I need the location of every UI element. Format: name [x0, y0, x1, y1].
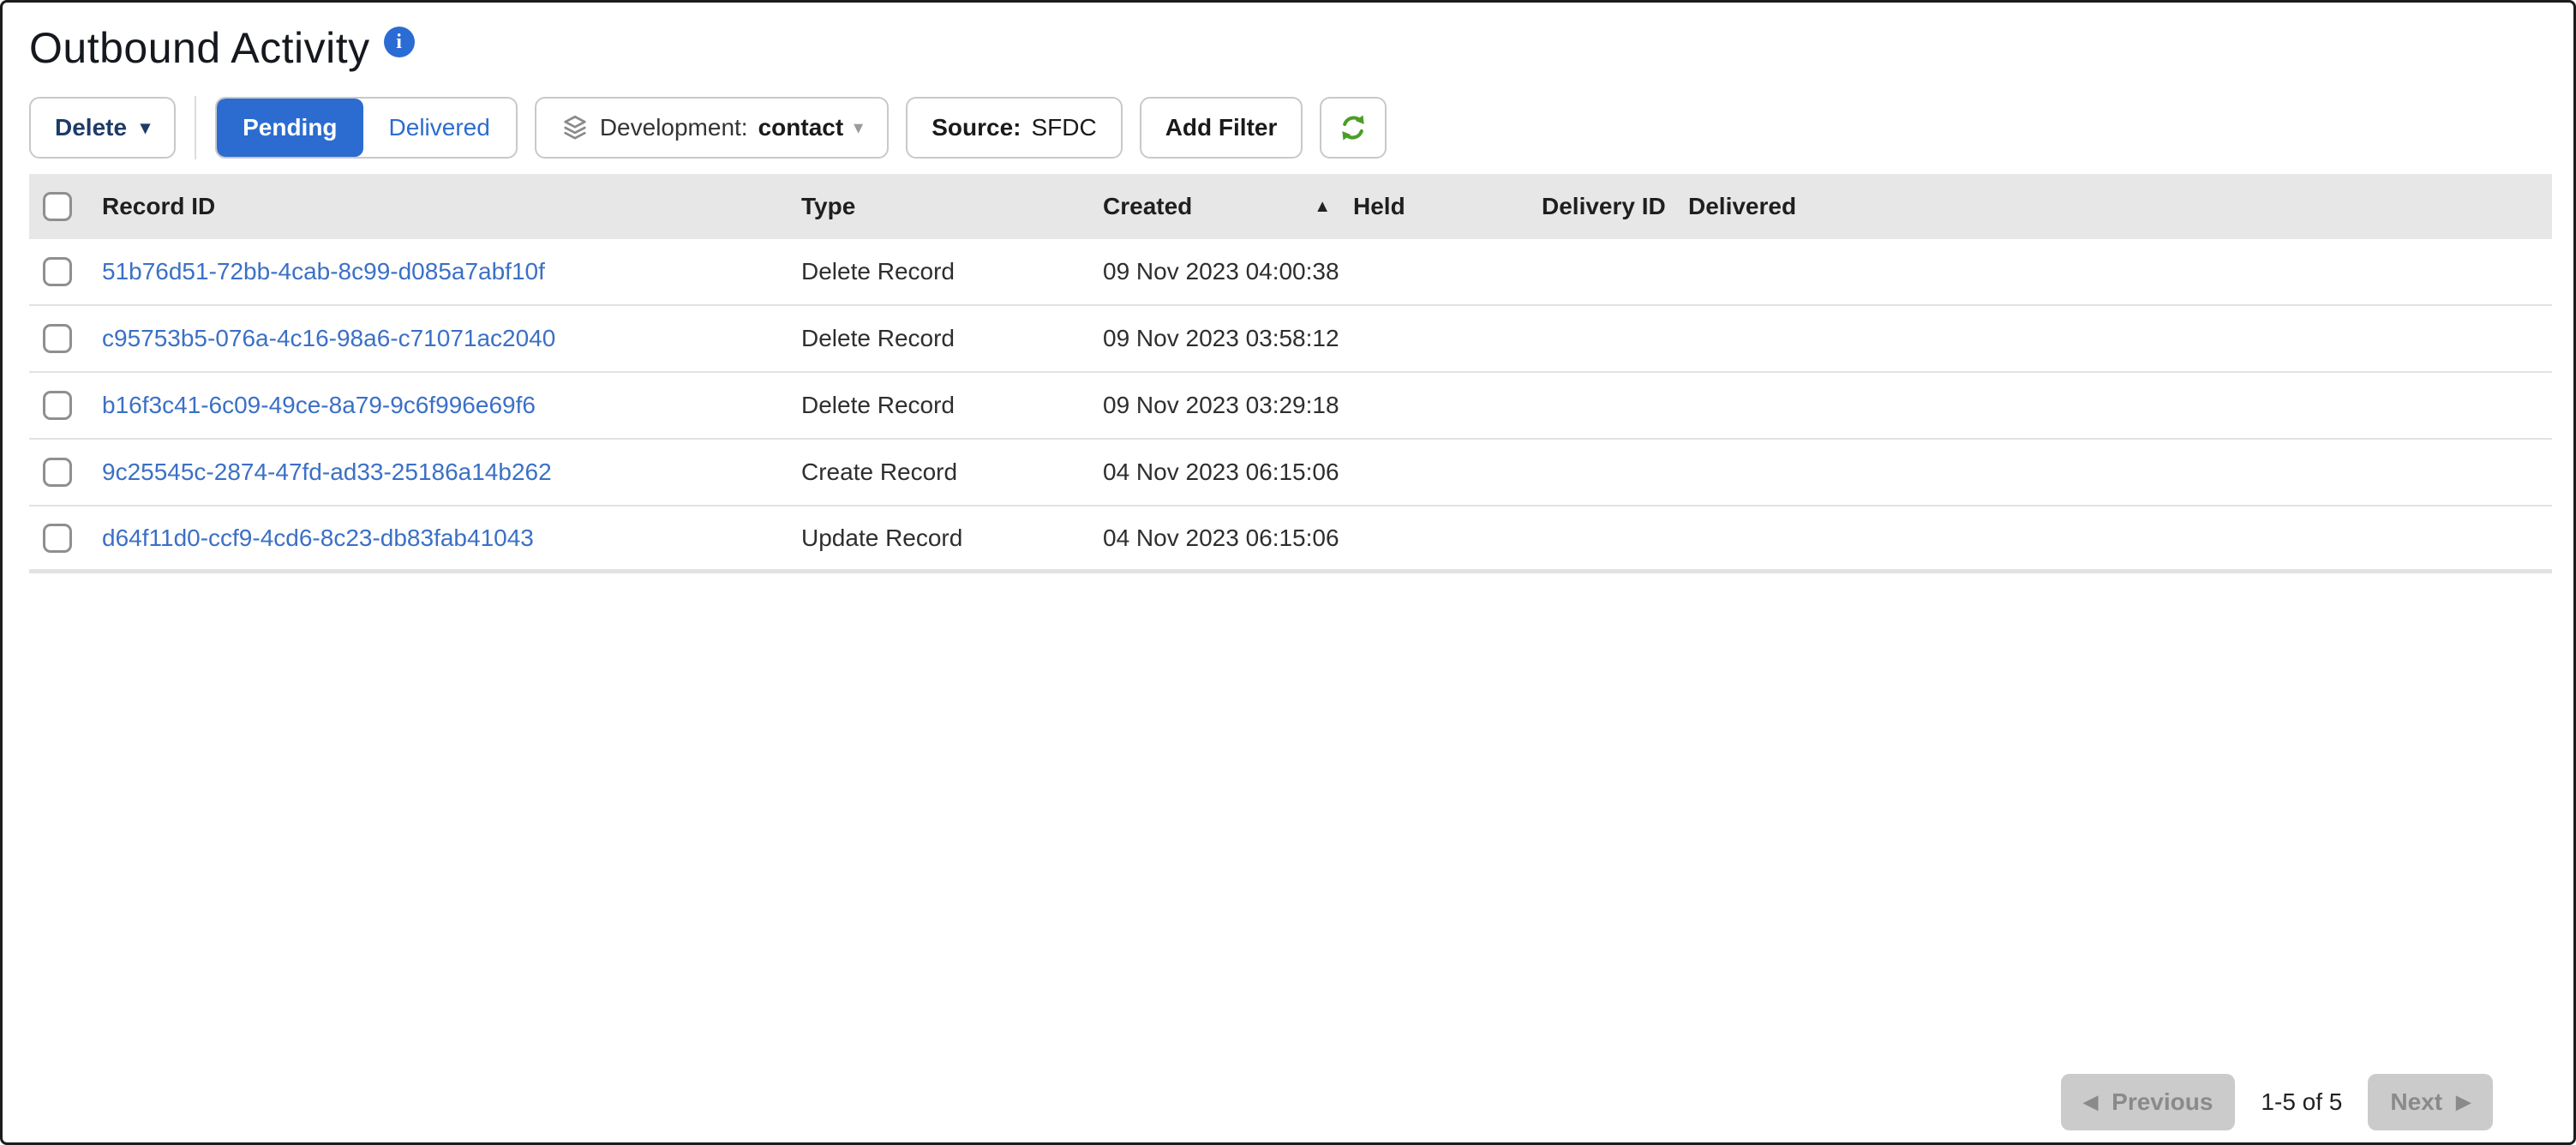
- source-filter-prefix: Source:: [932, 114, 1021, 141]
- tab-pending[interactable]: Pending: [217, 99, 362, 157]
- sort-ascending-icon: ▲: [1314, 197, 1331, 217]
- record-id-link[interactable]: d64f11d0-ccf9-4cd6-8c23-db83fab41043: [102, 525, 534, 552]
- source-filter-value: SFDC: [1031, 114, 1096, 141]
- table-header-row: Record ID Type Created ▲ Held Delivery I…: [29, 174, 2552, 239]
- delete-dropdown-button[interactable]: Delete ▾: [29, 97, 176, 159]
- record-id-link[interactable]: b16f3c41-6c09-49ce-8a79-9c6f996e69f6: [102, 392, 536, 419]
- row-checkbox[interactable]: [43, 391, 72, 420]
- page-title: Outbound Activity: [29, 23, 370, 73]
- type-cell: Create Record: [801, 459, 1103, 486]
- column-header-created-label: Created: [1103, 193, 1192, 220]
- row-checkbox-cell: [29, 324, 102, 353]
- previous-arrow-icon: ◀: [2083, 1091, 2098, 1113]
- created-cell: 09 Nov 2023 04:00:38: [1103, 258, 1353, 285]
- table-row: d64f11d0-ccf9-4cd6-8c23-db83fab41043 Upd…: [29, 507, 2552, 573]
- row-checkbox-cell: [29, 458, 102, 487]
- type-cell: Delete Record: [801, 258, 1103, 285]
- record-id-link[interactable]: 51b76d51-72bb-4cab-8c99-d085a7abf10f: [102, 258, 545, 285]
- column-header-delivery-id[interactable]: Delivery ID: [1542, 193, 1688, 220]
- type-cell: Delete Record: [801, 325, 1103, 352]
- page-range-label: 1-5 of 5: [2261, 1088, 2342, 1116]
- refresh-button[interactable]: [1320, 97, 1387, 159]
- chevron-down-icon: ▾: [854, 118, 863, 137]
- row-checkbox[interactable]: [43, 257, 72, 286]
- column-header-created[interactable]: Created ▲: [1103, 193, 1353, 220]
- created-cell: 09 Nov 2023 03:29:18: [1103, 392, 1353, 419]
- created-cell: 04 Nov 2023 06:15:06: [1103, 525, 1353, 552]
- table-row: b16f3c41-6c09-49ce-8a79-9c6f996e69f6 Del…: [29, 373, 2552, 440]
- column-header-held[interactable]: Held: [1353, 193, 1542, 220]
- select-all-checkbox[interactable]: [43, 192, 72, 221]
- chevron-down-icon: ▾: [141, 118, 150, 137]
- outbound-activity-page: Outbound Activity i Delete ▾ Pending Del…: [0, 0, 2576, 1145]
- header-checkbox-cell: [29, 192, 102, 221]
- table-body: 51b76d51-72bb-4cab-8c99-d085a7abf10f Del…: [29, 239, 2552, 573]
- table-row: c95753b5-076a-4c16-98a6-c71071ac2040 Del…: [29, 306, 2552, 373]
- previous-page-button[interactable]: ◀ Previous: [2061, 1074, 2235, 1130]
- column-header-delivered[interactable]: Delivered: [1688, 193, 2552, 220]
- created-cell: 04 Nov 2023 06:15:06: [1103, 459, 1353, 486]
- table-row: 9c25545c-2874-47fd-ad33-25186a14b262 Cre…: [29, 440, 2552, 507]
- toolbar-divider: [195, 96, 196, 159]
- row-checkbox-cell: [29, 391, 102, 420]
- previous-button-label: Previous: [2112, 1088, 2213, 1116]
- row-checkbox-cell: [29, 257, 102, 286]
- type-cell: Update Record: [801, 525, 1103, 552]
- next-button-label: Next: [2390, 1088, 2442, 1116]
- outbound-activity-table: Record ID Type Created ▲ Held Delivery I…: [29, 174, 2552, 573]
- status-tab-group: Pending Delivered: [215, 97, 518, 159]
- environment-filter-value: contact: [758, 114, 844, 141]
- environment-filter-dropdown[interactable]: Development: contact ▾: [535, 97, 889, 159]
- next-arrow-icon: ▶: [2456, 1091, 2471, 1113]
- column-header-type[interactable]: Type: [801, 193, 1103, 220]
- record-id-link[interactable]: 9c25545c-2874-47fd-ad33-25186a14b262: [102, 459, 552, 486]
- created-cell: 09 Nov 2023 03:58:12: [1103, 325, 1353, 352]
- table-row: 51b76d51-72bb-4cab-8c99-d085a7abf10f Del…: [29, 239, 2552, 306]
- row-checkbox[interactable]: [43, 324, 72, 353]
- row-checkbox[interactable]: [43, 524, 72, 553]
- info-icon[interactable]: i: [384, 27, 415, 57]
- refresh-icon: [1336, 111, 1370, 145]
- next-page-button[interactable]: Next ▶: [2368, 1074, 2493, 1130]
- tab-delivered[interactable]: Delivered: [363, 99, 516, 157]
- environment-filter-prefix: Development:: [600, 114, 748, 141]
- source-filter-chip[interactable]: Source: SFDC: [906, 97, 1122, 159]
- add-filter-button[interactable]: Add Filter: [1140, 97, 1303, 159]
- layers-icon: [560, 113, 590, 142]
- column-header-record-id[interactable]: Record ID: [102, 193, 801, 220]
- toolbar: Delete ▾ Pending Delivered Development: …: [29, 95, 2547, 160]
- record-id-link[interactable]: c95753b5-076a-4c16-98a6-c71071ac2040: [102, 325, 555, 352]
- row-checkbox-cell: [29, 524, 102, 553]
- type-cell: Delete Record: [801, 392, 1103, 419]
- page-header: Outbound Activity i: [29, 23, 2547, 73]
- pagination: ◀ Previous 1-5 of 5 Next ▶: [2061, 1074, 2493, 1130]
- row-checkbox[interactable]: [43, 458, 72, 487]
- delete-button-label: Delete: [55, 114, 127, 141]
